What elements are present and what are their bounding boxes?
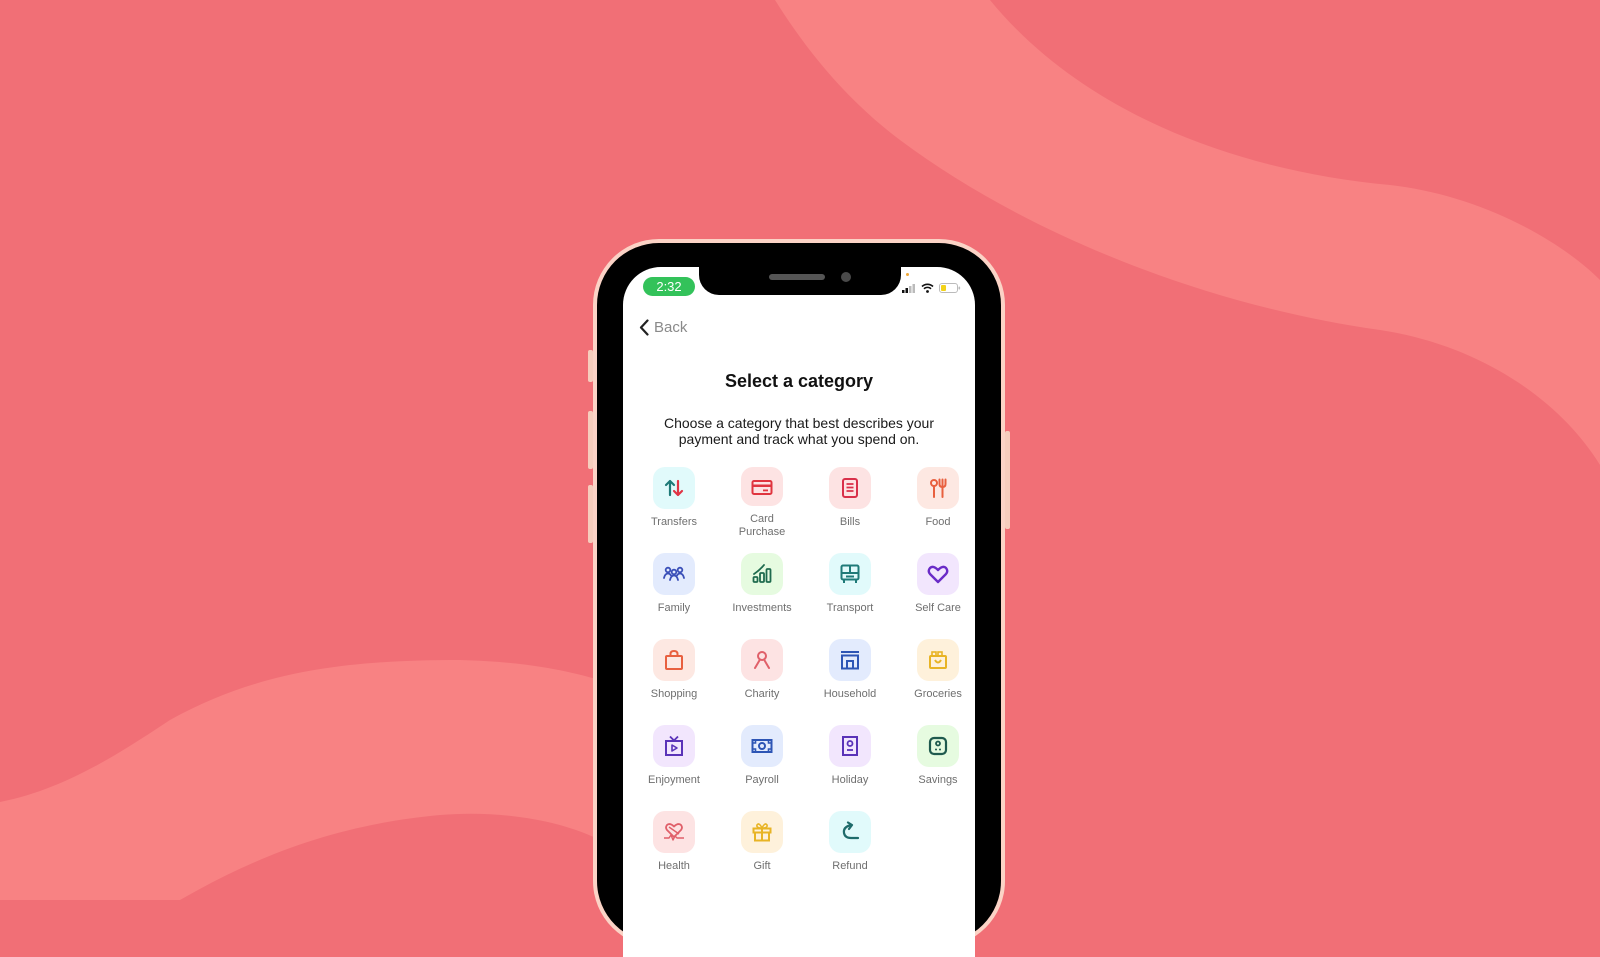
category-label: Food — [925, 516, 951, 528]
category-icon-tile — [917, 467, 959, 509]
bus-icon — [840, 564, 860, 583]
category-holiday[interactable]: Holiday — [806, 725, 894, 797]
category-refund[interactable]: Refund — [806, 811, 894, 883]
category-charity[interactable]: Charity — [718, 639, 806, 711]
category-label: Bills — [839, 516, 861, 528]
mute-switch — [588, 350, 593, 382]
category-icon-tile — [917, 725, 959, 767]
category-label: Household — [823, 688, 877, 700]
category-shopping[interactable]: Shopping — [630, 639, 718, 711]
phone-mockup: 2:32 Back Select a category Choose a cat… — [588, 243, 1010, 957]
privacy-indicator-dot — [906, 273, 909, 276]
category-icon-tile — [829, 639, 871, 681]
safe-icon — [928, 736, 948, 756]
category-savings[interactable]: Savings — [894, 725, 975, 797]
speaker — [769, 274, 825, 280]
phone-screen: 2:32 Back Select a category Choose a cat… — [623, 267, 975, 957]
page-title: Select a category — [724, 371, 874, 391]
category-icon-tile — [653, 725, 695, 767]
category-enjoyment[interactable]: Enjoyment — [630, 725, 718, 797]
transfer-arrows-icon — [664, 479, 684, 497]
money-icon — [751, 739, 773, 753]
chart-growth-icon — [752, 564, 772, 583]
category-health[interactable]: Health — [630, 811, 718, 883]
power-button — [1005, 431, 1010, 529]
category-grid: Transfers Card Purchase Bills Food Family Inv… — [630, 467, 975, 883]
category-transport[interactable]: Transport — [806, 553, 894, 625]
category-groceries[interactable]: Groceries — [894, 639, 975, 711]
signal-icon — [902, 283, 916, 293]
cutlery-icon — [930, 478, 947, 498]
grocery-basket-icon — [929, 651, 947, 669]
category-icon-tile — [829, 725, 871, 767]
passport-icon — [842, 736, 858, 756]
shopping-bag-icon — [665, 649, 683, 670]
category-icon-tile — [741, 467, 783, 506]
tv-play-icon — [665, 735, 683, 756]
category-label: Charity — [744, 688, 780, 700]
category-label: Shopping — [650, 688, 698, 700]
category-label: Refund — [832, 860, 868, 872]
notch — [699, 267, 901, 295]
category-label: Savings — [918, 774, 958, 786]
category-bills[interactable]: Bills — [806, 467, 894, 539]
category-icon-tile — [741, 725, 783, 767]
status-icons — [902, 283, 961, 293]
front-camera — [841, 272, 851, 282]
category-label: Gift — [753, 860, 771, 872]
category-label: Transport — [826, 602, 874, 614]
category-label: Health — [658, 860, 690, 872]
category-icon-tile — [653, 811, 695, 853]
category-gift[interactable]: Gift — [718, 811, 806, 883]
store-icon — [841, 651, 859, 670]
battery-low-icon — [939, 283, 961, 293]
category-label: Holiday — [831, 774, 869, 786]
category-icon-tile — [917, 553, 959, 595]
category-label: Enjoyment — [648, 774, 700, 786]
status-time: 2:32 — [643, 277, 695, 296]
bill-document-icon — [842, 478, 858, 498]
category-payroll[interactable]: Payroll — [718, 725, 806, 797]
category-icon-tile — [653, 639, 695, 681]
category-self-care[interactable]: Self Care — [894, 553, 975, 625]
category-label: Family — [657, 602, 691, 614]
category-icon-tile — [917, 639, 959, 681]
gift-icon — [752, 823, 772, 842]
category-investments[interactable]: Investments — [718, 553, 806, 625]
ribbon-icon — [754, 651, 770, 669]
heart-icon — [927, 565, 949, 584]
wave-bottom-left — [0, 660, 600, 900]
category-label: Transfers — [650, 516, 698, 528]
category-food[interactable]: Food — [894, 467, 975, 539]
category-icon-tile — [829, 467, 871, 509]
category-icon-tile — [741, 639, 783, 681]
category-label: Payroll — [745, 774, 779, 786]
category-household[interactable]: Household — [806, 639, 894, 711]
wifi-icon — [921, 283, 934, 293]
credit-card-icon — [751, 479, 773, 495]
category-label: Groceries — [914, 688, 962, 700]
chevron-left-icon — [639, 319, 649, 336]
refund-arrow-icon — [842, 821, 860, 840]
page-subtitle: Choose a category that best describes yo… — [663, 415, 935, 447]
category-card-purchase[interactable]: Card Purchase — [718, 467, 806, 539]
volume-down-button — [588, 485, 593, 543]
category-icon-tile — [741, 553, 783, 595]
category-icon-tile — [653, 467, 695, 509]
back-label: Back — [654, 319, 688, 336]
category-icon-tile — [741, 811, 783, 853]
health-heart-icon — [664, 823, 684, 841]
category-icon-tile — [653, 553, 695, 595]
back-button[interactable]: Back — [639, 319, 687, 336]
category-icon-tile — [829, 811, 871, 853]
family-icon — [663, 566, 685, 581]
category-transfers[interactable]: Transfers — [630, 467, 718, 539]
category-icon-tile — [829, 553, 871, 595]
category-label: Card Purchase — [738, 513, 786, 538]
category-label: Self Care — [915, 602, 961, 614]
volume-up-button — [588, 411, 593, 469]
category-family[interactable]: Family — [630, 553, 718, 625]
category-label: Investments — [732, 602, 792, 614]
